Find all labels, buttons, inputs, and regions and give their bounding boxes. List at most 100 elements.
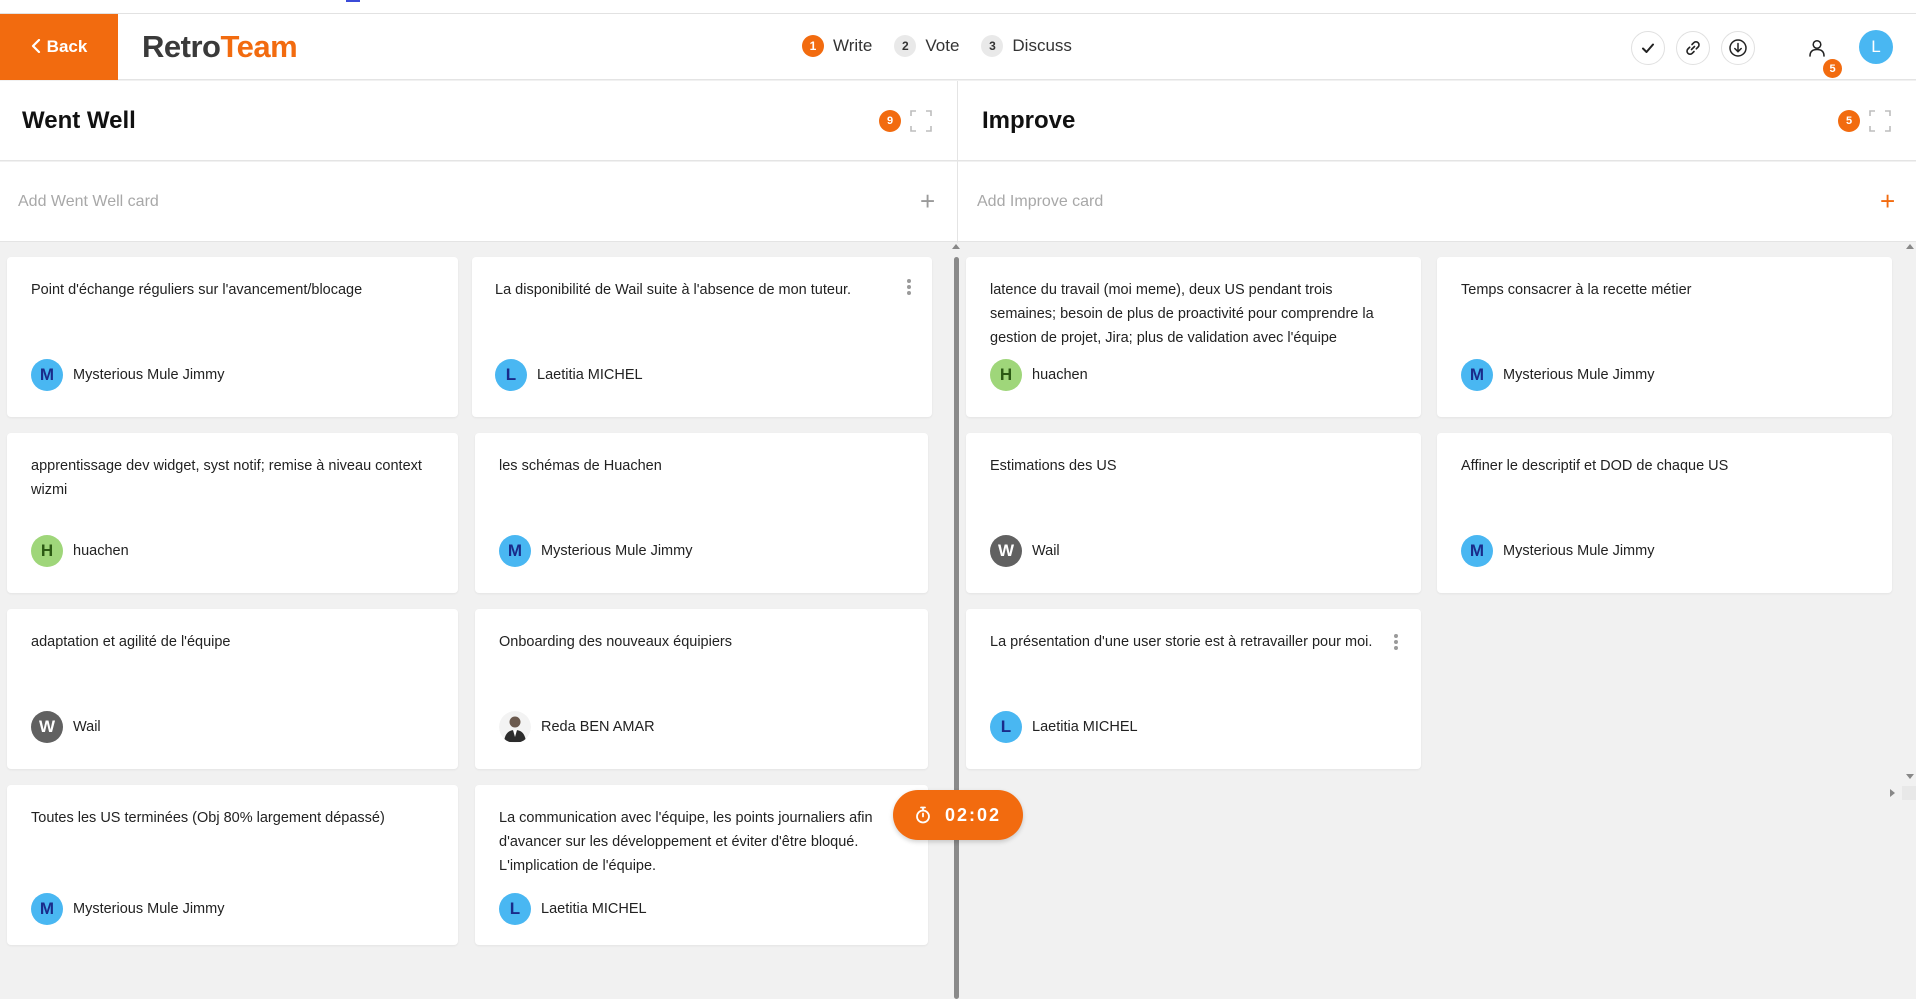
improve-title: Improve (982, 107, 1076, 134)
avatar: L (499, 893, 531, 925)
app-logo: RetroTeam (142, 29, 298, 64)
more-options-icon[interactable] (904, 276, 914, 298)
avatar: W (31, 711, 63, 743)
went-well-card[interactable]: les schémas de Huachen M Mysterious Mule … (475, 433, 928, 593)
author-name: Mysterious Mule Jimmy (541, 543, 693, 559)
card-text: latence du travail (moi meme), deux US p… (990, 282, 1374, 346)
link-icon[interactable] (1676, 31, 1710, 65)
scroll-down-arrow-icon[interactable] (1906, 774, 1914, 779)
card-text: les schémas de Huachen (499, 458, 662, 474)
add-went-well-input[interactable] (0, 162, 957, 241)
back-label: Back (46, 37, 88, 56)
card-text: adaptation et agilité de l'équipe (31, 634, 231, 650)
avatar: H (990, 359, 1022, 391)
went-well-card[interactable]: La disponibilité de Wail suite à l'absen… (472, 257, 932, 417)
step-label: Write (833, 36, 873, 55)
card-text: La présentation d'une user storie est à … (990, 634, 1373, 650)
improve-card[interactable]: Temps consacrer à la recette métier M Mys… (1437, 257, 1892, 417)
card-author: M Mysterious Mule Jimmy (1461, 359, 1654, 391)
step-discuss[interactable]: 3 Discuss (981, 35, 1072, 57)
went-well-add-row: + (0, 162, 957, 242)
download-icon[interactable] (1721, 31, 1755, 65)
author-name: Mysterious Mule Jimmy (73, 901, 225, 917)
step-number: 1 (802, 35, 824, 57)
author-name: Mysterious Mule Jimmy (1503, 543, 1655, 559)
step-write[interactable]: 1 Write (802, 35, 872, 57)
expand-icon[interactable] (1868, 109, 1892, 133)
improve-column-header: Improve 5 (958, 81, 1916, 161)
author-name: Reda BEN AMAR (541, 719, 655, 735)
card-author: Reda BEN AMAR (499, 711, 655, 743)
improve-count-badge: 5 (1838, 110, 1860, 132)
went-well-card[interactable]: La communication avec l'équipe, les poin… (475, 785, 928, 945)
horizontal-scrollbar[interactable] (1886, 786, 1916, 800)
improve-card[interactable]: latence du travail (moi meme), deux US p… (966, 257, 1421, 417)
step-vote[interactable]: 2 Vote (894, 35, 959, 57)
scroll-right-arrow-icon[interactable] (1890, 789, 1895, 797)
stopwatch-icon (916, 806, 930, 824)
countdown-timer[interactable]: 02:02 (893, 790, 1023, 840)
avatar: M (499, 535, 531, 567)
card-text: apprentissage dev widget, syst notif; re… (31, 458, 422, 498)
expand-icon[interactable] (909, 109, 933, 133)
avatar: M (31, 893, 63, 925)
avatar: L (990, 711, 1022, 743)
card-author: W Wail (990, 535, 1060, 567)
participants-count-badge: 5 (1823, 59, 1842, 78)
went-well-column-header: Went Well 9 (0, 81, 957, 161)
author-name: huachen (1032, 367, 1088, 383)
scroll-thumb[interactable] (954, 257, 959, 999)
user-photo-avatar (499, 711, 531, 743)
card-text: Affiner le descriptif et DOD de chaque U… (1461, 458, 1729, 474)
back-button[interactable]: Back (0, 14, 118, 80)
plus-icon[interactable]: + (920, 186, 935, 216)
add-improve-input[interactable] (958, 162, 1916, 241)
scroll-up-arrow-icon[interactable] (952, 244, 960, 249)
improve-scrollbar[interactable] (1904, 244, 1916, 804)
author-name: Laetitia MICHEL (537, 367, 643, 383)
improve-card[interactable]: Estimations des US W Wail (966, 433, 1421, 593)
card-author: L Laetitia MICHEL (495, 359, 643, 391)
went-well-card[interactable]: apprentissage dev widget, syst notif; re… (7, 433, 458, 593)
card-author: Hhuachen (31, 535, 129, 567)
chevron-left-icon (31, 37, 41, 57)
went-well-title: Went Well (22, 107, 136, 134)
avatar: M (31, 359, 63, 391)
scroll-corner (1902, 786, 1916, 800)
card-author: Hhuachen (990, 359, 1088, 391)
author-name: Wail (73, 719, 101, 735)
browser-top-strip (0, 0, 1916, 14)
card-text: Temps consacrer à la recette métier (1461, 282, 1692, 298)
author-name: Wail (1032, 543, 1060, 559)
author-name: Mysterious Mule Jimmy (73, 367, 225, 383)
avatar: M (1461, 359, 1493, 391)
card-text: La communication avec l'équipe, les poin… (499, 810, 873, 874)
card-author: M Mysterious Mule Jimmy (31, 893, 224, 925)
improve-card[interactable]: Affiner le descriptif et DOD de chaque U… (1437, 433, 1892, 593)
scroll-up-arrow-icon[interactable] (1906, 244, 1914, 249)
author-name: huachen (73, 543, 129, 559)
went-well-card[interactable]: Point d'échange réguliers sur l'avanceme… (7, 257, 458, 417)
plus-icon[interactable]: + (1880, 186, 1895, 216)
step-label: Vote (925, 36, 960, 55)
tab-indicator (346, 0, 360, 2)
more-options-icon[interactable] (1391, 631, 1401, 653)
checkmark-icon[interactable] (1631, 31, 1665, 65)
current-user-avatar[interactable]: L (1859, 30, 1893, 64)
author-name: Mysterious Mule Jimmy (1503, 367, 1655, 383)
app-header: Back RetroTeam 1 Write 2 Vote 3 Discuss … (0, 14, 1916, 80)
card-text: Onboarding des nouveaux équipiers (499, 634, 732, 650)
step-label: Discuss (1012, 36, 1072, 55)
avatar: W (990, 535, 1022, 567)
went-well-card[interactable]: adaptation et agilité de l'équipe W Wail (7, 609, 458, 769)
improve-card[interactable]: La présentation d'une user storie est à … (966, 609, 1421, 769)
card-text: Toutes les US terminées (Obj 80% largeme… (31, 810, 385, 826)
card-author: W Wail (31, 711, 101, 743)
step-indicator: 1 Write 2 Vote 3 Discuss (802, 35, 1094, 57)
went-well-card[interactable]: Toutes les US terminées (Obj 80% largeme… (7, 785, 458, 945)
card-author: M Mysterious Mule Jimmy (1461, 535, 1654, 567)
avatar: L (495, 359, 527, 391)
author-name: Laetitia MICHEL (1032, 719, 1138, 735)
went-well-card[interactable]: Onboarding des nouveaux équipiers Reda B… (475, 609, 928, 769)
step-number: 2 (894, 35, 917, 57)
